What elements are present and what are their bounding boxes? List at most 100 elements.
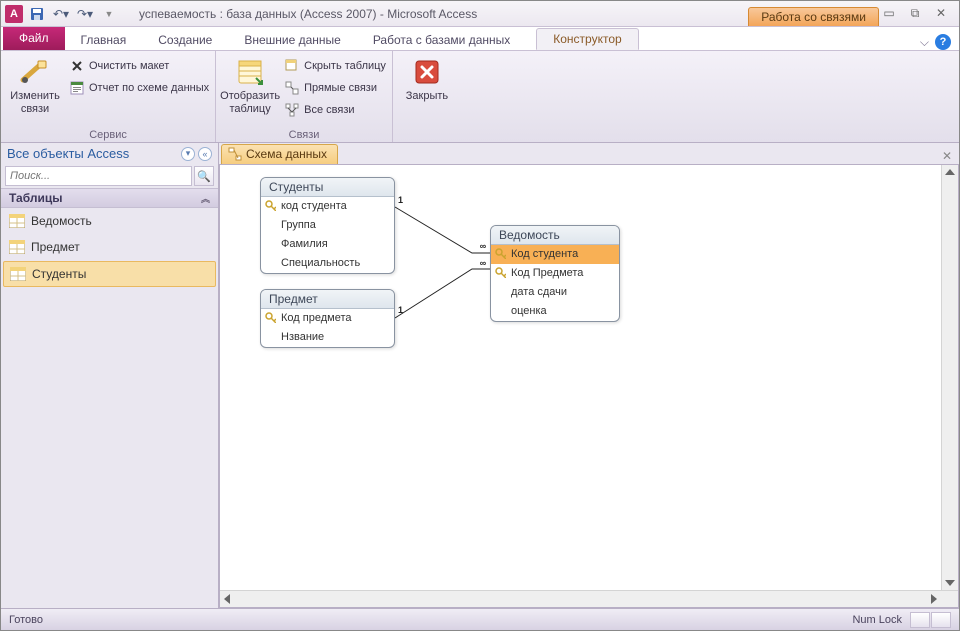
all-relations-button[interactable]: Все связи [284,100,386,120]
table-field[interactable]: Группа [261,216,394,235]
qat-redo-button[interactable]: ↷▾ [75,4,95,24]
title-bar: A ↶▾ ↷▾ ▼ успеваемость : база данных (Ac… [1,1,959,27]
tab-design[interactable]: Конструктор [536,28,638,50]
nav-header-title: Все объекты Access [7,146,129,161]
tab-create[interactable]: Создание [142,30,228,50]
table-box-students[interactable]: Студенты код студента Группа Фамилия Спе… [260,177,395,274]
key-icon [265,312,276,323]
ribbon-collapse-icon[interactable]: ⌵ [920,35,929,50]
cardinality-many: ∞ [478,258,488,268]
report-icon [69,80,85,96]
tab-file[interactable]: Файл [3,27,65,50]
table-field[interactable]: код студента [261,197,394,216]
table-field[interactable]: Код Предмета [491,264,619,283]
ribbon-group-close: Закрыть [393,51,461,142]
key-icon [495,267,506,278]
table-title[interactable]: Ведомость [491,226,619,245]
table-title[interactable]: Студенты [261,178,394,197]
all-relations-label: Все связи [304,104,354,116]
nav-item-studenty[interactable]: Студенты [3,261,216,287]
view-button-1[interactable] [910,612,930,628]
nav-item-predmet[interactable]: Предмет [1,234,218,260]
key-icon [495,248,506,259]
show-table-button[interactable]: Отобразить таблицу [222,54,278,116]
window-title: успеваемость : база данных (Access 2007)… [119,7,742,21]
minimize-button[interactable]: ▭ [879,6,899,21]
nav-item-vedomost[interactable]: Ведомость [1,208,218,234]
relationships-canvas[interactable]: 1 ∞ 1 ∞ Студенты код студента Группа Фам… [219,165,959,608]
all-relations-icon [284,102,300,118]
tab-db-tools[interactable]: Работа с базами данных [357,30,526,50]
hide-table-label: Скрыть таблицу [304,60,386,72]
nav-section-tables-label: Таблицы [9,191,62,205]
navigation-pane: Все объекты Access ▾ « 🔍 Таблицы ︽ Ведом… [1,143,219,608]
table-icon [10,267,26,281]
show-table-label: Отобразить таблицу [220,90,280,116]
schema-report-label: Отчет по схеме данных [89,82,209,94]
help-button[interactable]: ? [935,34,951,50]
status-bar: Готово Num Lock [1,608,959,630]
table-field[interactable]: Специальность [261,254,394,273]
table-field[interactable]: Нзвание [261,328,394,347]
table-field[interactable]: Фамилия [261,235,394,254]
restore-button[interactable]: ⧉ [905,6,925,21]
close-relations-label: Закрыть [406,90,448,103]
table-field[interactable]: оценка [491,302,619,321]
cardinality-many: ∞ [478,241,488,251]
clear-icon [69,58,85,74]
qat-customize-icon[interactable]: ▼ [99,4,119,24]
nav-item-label: Ведомость [31,214,92,228]
tab-external-data[interactable]: Внешние данные [228,30,357,50]
direct-relations-button[interactable]: Прямые связи [284,78,386,98]
schema-report-button[interactable]: Отчет по схеме данных [69,78,209,98]
relationships-icon [228,147,242,161]
ribbon-group-relations-label: Связи [222,128,386,142]
vertical-scrollbar[interactable] [941,165,958,590]
app-icon[interactable]: A [5,5,23,23]
ribbon-group-relations: Отобразить таблицу Скрыть таблицу Прямые… [216,51,393,142]
nav-search-input[interactable] [5,166,192,186]
table-box-ledger[interactable]: Ведомость Код студента Код Предмета дата… [490,225,620,322]
nav-section-tables[interactable]: Таблицы ︽ [1,188,218,208]
nav-item-label: Предмет [31,240,80,254]
edit-relationships-button[interactable]: Изменить связи [7,54,63,116]
nav-search-button[interactable]: 🔍 [194,166,214,186]
nav-filter-icon[interactable]: ▾ [181,147,195,161]
ribbon-tabs: Файл Главная Создание Внешние данные Раб… [1,27,959,51]
nav-collapse-icon[interactable]: « [198,147,212,161]
cardinality-one: 1 [398,195,403,205]
nav-section-collapse-icon[interactable]: ︽ [201,192,210,205]
close-window-button[interactable]: ✕ [931,6,951,21]
nav-header[interactable]: Все объекты Access ▾ « [1,143,218,164]
table-box-subject[interactable]: Предмет Код предмета Нзвание [260,289,395,348]
edit-relationships-label: Изменить связи [7,90,63,116]
table-title[interactable]: Предмет [261,290,394,309]
clear-layout-button[interactable]: Очистить макет [69,56,209,76]
table-field[interactable]: Код предмета [261,309,394,328]
view-button-2[interactable] [931,612,951,628]
document-tab-schema[interactable]: Схема данных [221,144,338,164]
direct-relations-icon [284,80,300,96]
ribbon-group-service-label: Сервис [7,128,209,142]
direct-relations-label: Прямые связи [304,82,377,94]
document-tab-label: Схема данных [246,147,327,161]
table-field[interactable]: Код студента [491,245,619,264]
cardinality-one: 1 [398,305,403,315]
clear-layout-label: Очистить макет [89,60,169,72]
close-relations-button[interactable]: Закрыть [399,54,455,103]
table-icon [9,240,25,254]
qat-save-button[interactable] [27,4,47,24]
table-field[interactable]: дата сдачи [491,283,619,302]
key-icon [265,200,276,211]
status-numlock: Num Lock [852,614,902,626]
qat-undo-button[interactable]: ↶▾ [51,4,71,24]
horizontal-scrollbar[interactable] [220,590,958,607]
status-ready: Готово [9,614,43,626]
tab-home[interactable]: Главная [65,30,143,50]
context-tab-group-label: Работа со связями [748,7,879,26]
document-tab-close-button[interactable]: ✕ [939,148,955,164]
hide-table-button[interactable]: Скрыть таблицу [284,56,386,76]
ribbon-group-service: Изменить связи Очистить макет Отчет по с… [1,51,216,142]
hide-table-icon [284,58,300,74]
nav-item-label: Студенты [32,267,86,281]
